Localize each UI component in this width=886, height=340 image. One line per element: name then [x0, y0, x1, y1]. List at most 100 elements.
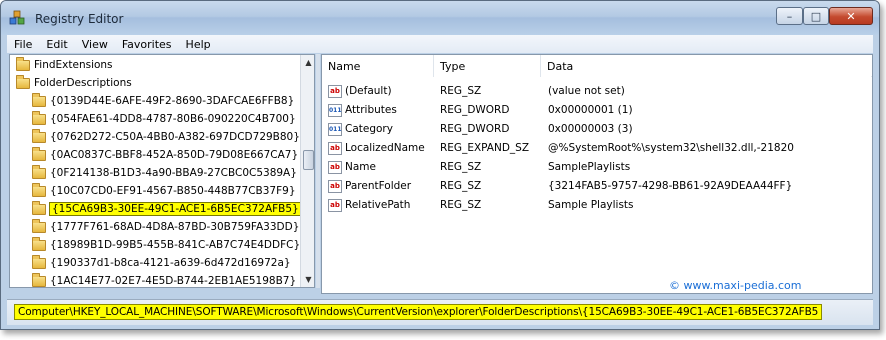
tree-item-label: {0762D272-C50A-4BB0-A382-697DCD729B80} [50, 131, 300, 143]
folder-open-icon [32, 200, 46, 215]
values-list-pane: Name Type Data ab (Default) REG_SZ (valu… [321, 54, 873, 294]
tree-item-label: FindExtensions [34, 59, 113, 71]
value-row[interactable]: ab ParentFolder REG_SZ {3214FAB5-9757-42… [322, 177, 872, 196]
status-bar: Computer\HKEY_LOCAL_MACHINE\SOFTWARE\Mic… [7, 299, 873, 325]
value-row[interactable]: ab Name REG_SZ SamplePlaylists [322, 158, 872, 177]
tree-item-label: {0139D44E-6AFE-49F2-8690-3DAFCAE6FFB8} [50, 95, 295, 107]
folder-icon [32, 128, 46, 143]
value-data: {3214FAB5-9757-4298-BB61-92A9DEAA44FF} [548, 180, 793, 192]
binary-value-icon: 011 [328, 104, 342, 117]
value-row[interactable]: 011 Category REG_DWORD 0x00000003 (3) [322, 120, 872, 139]
tree-item-label: {1AC14E77-02E7-4E5D-B744-2EB1AE5198B7} [50, 275, 297, 287]
tree-item[interactable]: {1AC14E77-02E7-4E5D-B744-2EB1AE5198B7} [32, 272, 314, 287]
column-header-type[interactable]: Type [434, 55, 541, 77]
value-data: SamplePlaylists [548, 161, 631, 173]
tree-item-label: {0AC0837C-BBF8-452A-850D-79D08E667CA7} [50, 149, 299, 161]
menu-view[interactable]: View [75, 38, 115, 51]
string-value-icon: ab [328, 142, 342, 155]
value-name: LocalizedName [345, 142, 425, 154]
tree-item[interactable]: {0762D272-C50A-4BB0-A382-697DCD729B80} [32, 128, 314, 146]
tree-item-label: {10C07CD0-EF91-4567-B850-448B77CB37F9} [50, 185, 296, 197]
folder-icon [32, 182, 46, 197]
tree-item[interactable]: {054FAE61-4DD8-4787-80B6-090220C4B700} [32, 110, 314, 128]
tree-item[interactable]: {10C07CD0-EF91-4567-B850-448B77CB37F9} [32, 182, 314, 200]
folder-icon [32, 110, 46, 125]
pane-splitter[interactable] [316, 54, 320, 288]
value-name: Category [345, 123, 393, 135]
folder-icon [16, 56, 30, 71]
tree-item[interactable]: FolderDescriptions [16, 74, 306, 92]
value-data: Sample Playlists [548, 199, 634, 211]
folder-icon [32, 236, 46, 251]
value-name: ParentFolder [345, 180, 412, 192]
folder-icon [32, 146, 46, 161]
value-name: Attributes [345, 104, 397, 116]
maximize-button[interactable]: □ [803, 7, 829, 25]
folder-icon [32, 254, 46, 269]
value-data: 0x00000003 (3) [548, 123, 633, 135]
value-data: 0x00000001 (1) [548, 104, 633, 116]
column-header-data[interactable]: Data [541, 55, 871, 77]
title-bar[interactable]: Registry Editor – □ ✕ [1, 1, 879, 35]
value-type: REG_EXPAND_SZ [440, 142, 530, 154]
tree-item-label: {190337d1-b8ca-4121-a639-6d472d16972a} [50, 257, 291, 269]
window-title: Registry Editor [35, 12, 124, 26]
string-value-icon: ab [328, 180, 342, 193]
menu-favorites[interactable]: Favorites [115, 38, 179, 51]
registry-editor-app-icon [9, 10, 25, 25]
key-tree-pane: FindExtensions FolderDescriptions {0139D… [9, 54, 315, 288]
folder-icon [32, 164, 46, 179]
column-header-name[interactable]: Name [322, 55, 434, 77]
watermark-text: © www.maxi-pedia.com [669, 279, 802, 292]
tree-item-label: {18989B1D-99B5-455B-841C-AB7C74E4DDFC} [50, 239, 301, 251]
tree-item[interactable]: {190337d1-b8ca-4121-a639-6d472d16972a} [32, 254, 314, 272]
folder-icon [16, 74, 30, 89]
scroll-down-arrow-icon[interactable]: ▼ [301, 272, 314, 287]
value-row[interactable]: ab LocalizedName REG_EXPAND_SZ @%SystemR… [322, 139, 872, 158]
string-value-icon: ab [328, 85, 342, 98]
value-type: REG_SZ [440, 180, 482, 192]
tree-item-label: {15CA69B3-30EE-49C1-ACE1-6B5EC372AFB5} [49, 202, 302, 216]
folder-icon [32, 272, 46, 287]
value-row[interactable]: ab (Default) REG_SZ (value not set) [322, 82, 872, 101]
menu-edit[interactable]: Edit [39, 38, 74, 51]
value-data: @%SystemRoot%\system32\shell32.dll,-2182… [548, 142, 794, 154]
folder-icon [32, 218, 46, 233]
tree-item[interactable]: {0F214138-B1D3-4a90-BBA9-27CBC0C5389A} [32, 164, 314, 182]
minimize-button[interactable]: – [776, 7, 803, 25]
menu-help[interactable]: Help [179, 38, 218, 51]
value-data: (value not set) [548, 85, 625, 97]
value-name: (Default) [345, 85, 392, 97]
status-key-path: Computer\HKEY_LOCAL_MACHINE\SOFTWARE\Mic… [13, 304, 823, 320]
registry-editor-window: Registry Editor – □ ✕ File Edit View Fav… [0, 0, 880, 330]
value-name: Name [345, 161, 376, 173]
tree-item[interactable]: {0AC0837C-BBF8-452A-850D-79D08E667CA7} [32, 146, 314, 164]
value-type: REG_DWORD [440, 123, 510, 135]
tree-item[interactable]: {1777F761-68AD-4D8A-87BD-30B759FA33DD} [32, 218, 314, 236]
close-button[interactable]: ✕ [829, 7, 873, 25]
tree-item[interactable]: {18989B1D-99B5-455B-841C-AB7C74E4DDFC} [32, 236, 314, 254]
tree-item-selected[interactable]: {15CA69B3-30EE-49C1-ACE1-6B5EC372AFB5} [32, 200, 314, 218]
tree-item[interactable]: {0139D44E-6AFE-49F2-8690-3DAFCAE6FFB8} [32, 92, 314, 110]
menu-file[interactable]: File [7, 38, 39, 51]
value-name: RelativePath [345, 199, 411, 211]
tree-item-label: {1777F761-68AD-4D8A-87BD-30B759FA33DD} [50, 221, 300, 233]
value-row[interactable]: 011 Attributes REG_DWORD 0x00000001 (1) [322, 101, 872, 120]
value-row[interactable]: ab RelativePath REG_SZ Sample Playlists [322, 196, 872, 215]
binary-value-icon: 011 [328, 123, 342, 136]
value-type: REG_SZ [440, 161, 482, 173]
string-value-icon: ab [328, 199, 342, 212]
value-type: REG_SZ [440, 199, 482, 211]
tree-item-label: {054FAE61-4DD8-4787-80B6-090220C4B700} [50, 113, 296, 125]
menu-bar: File Edit View Favorites Help [7, 35, 873, 53]
tree-item-label: {0F214138-B1D3-4a90-BBA9-27CBC0C5389A} [50, 167, 297, 179]
tree-item-label: FolderDescriptions [34, 77, 132, 89]
value-type: REG_DWORD [440, 104, 510, 116]
string-value-icon: ab [328, 161, 342, 174]
value-type: REG_SZ [440, 85, 482, 97]
scroll-thumb[interactable] [303, 150, 314, 170]
tree-item[interactable]: FindExtensions [16, 56, 306, 74]
scroll-up-arrow-icon[interactable]: ▲ [301, 55, 314, 70]
tree-vertical-scrollbar[interactable]: ▲ ▼ [300, 55, 314, 287]
folder-icon [32, 92, 46, 107]
